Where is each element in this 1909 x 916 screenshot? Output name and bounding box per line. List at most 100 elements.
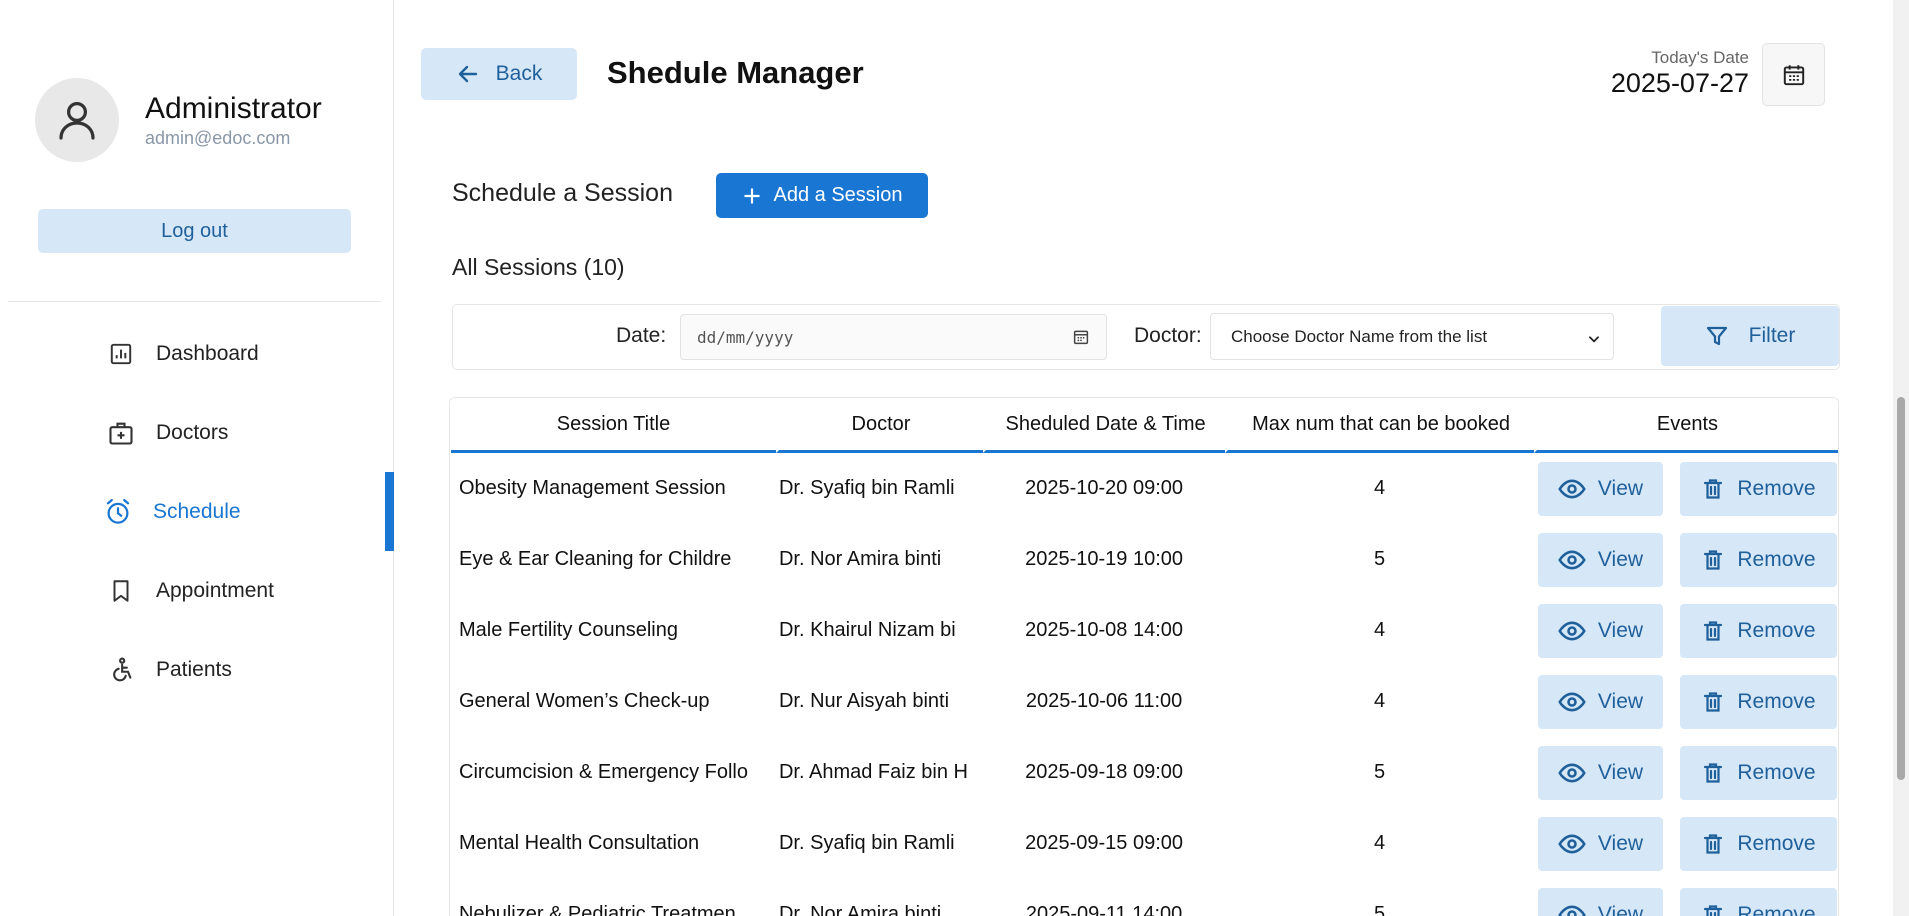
remove-button[interactable]: Remove [1679,816,1837,871]
sidebar-item-label: Dashboard [156,341,259,365]
remove-button[interactable]: Remove [1679,532,1837,587]
date-placeholder: dd/mm/yyyy [697,327,794,347]
max-bookings: 4 [1374,690,1386,712]
eye-icon [1558,834,1586,853]
events-cell: View Remove [1534,737,1838,808]
add-session-button[interactable]: Add a Session [716,173,928,218]
view-label: View [1597,618,1644,642]
remove-button[interactable]: Remove [1679,674,1837,729]
scheduled-datetime: 2025-09-11 14:00 [1025,903,1183,916]
doctor-cell: Dr. Nor Amira binti [776,524,983,595]
view-label: View [1597,902,1644,916]
doctor-name: Dr. Khairul Nizam bi [778,619,956,641]
today-date-value: 2025-07-27 [1610,68,1749,98]
sidebar: Administrator admin@edoc.com Log out Das… [0,0,394,916]
scheduled-datetime: 2025-10-19 10:00 [1025,548,1184,570]
view-button[interactable]: View [1537,603,1663,658]
trash-icon [1704,833,1723,854]
table-row: Nebulizer & Pediatric Treatmen Dr. Nor A… [451,879,1838,916]
view-button[interactable]: View [1537,674,1663,729]
view-button[interactable]: View [1537,532,1663,587]
table-row: Eye & Ear Cleaning for Childre Dr. Nor A… [451,524,1838,595]
sidebar-item-doctors[interactable]: Doctors [0,393,394,472]
sidebar-item-dashboard[interactable]: Dashboard [0,314,394,393]
active-indicator [385,472,394,551]
today-date-label: Today's Date [1651,48,1749,67]
remove-button[interactable]: Remove [1679,461,1837,516]
remove-button[interactable]: Remove [1679,603,1837,658]
page-title: Shedule Manager [607,55,864,90]
doctor-name: Dr. Ahmad Faiz bin H [778,761,968,783]
dashboard-icon [106,339,136,369]
sidebar-divider [8,301,381,302]
calendar-picker-icon[interactable] [1072,328,1090,350]
events-cell: View Remove [1534,666,1838,737]
column-header-doctor[interactable]: Doctor [775,398,983,453]
logout-button[interactable]: Log out [38,209,351,253]
view-button[interactable]: View [1537,461,1663,516]
view-label: View [1597,547,1644,571]
column-header-max[interactable]: Max num that can be booked [1225,398,1534,453]
column-header-events[interactable]: Events [1533,398,1838,453]
remove-button[interactable]: Remove [1679,745,1837,800]
sidebar-item-label: Schedule [153,499,241,523]
sidebar-item-schedule[interactable]: Schedule [0,472,394,551]
trash-icon [1704,549,1723,570]
calendar-button[interactable] [1762,43,1825,106]
scheduled-datetime: 2025-09-18 09:00 [1025,761,1184,783]
user-icon [59,102,95,140]
alarm-clock-icon [103,497,133,527]
filter-button[interactable]: Filter [1661,306,1839,366]
view-label: View [1597,476,1644,500]
sessions-table-container: Session Title Doctor Sheduled Date & Tim… [449,397,1839,916]
session-title-cell: Mental Health Consultation [451,808,776,879]
view-label: View [1597,689,1644,713]
filter-label: Filter [1748,324,1796,347]
doctor-select[interactable]: Choose Doctor Name from the list [1210,313,1614,360]
view-button[interactable]: View [1537,816,1663,871]
sidebar-item-patients[interactable]: Patients [0,630,394,709]
events-cell: View Remove [1534,879,1838,916]
eye-icon [1558,692,1586,711]
column-header-session-title[interactable]: Session Title [451,398,776,453]
all-sessions-count: All Sessions (10) [452,254,625,280]
view-button[interactable]: View [1537,887,1663,916]
eye-icon [1558,621,1586,640]
avatar [35,78,119,162]
date-filter-input[interactable]: dd/mm/yyyy [680,314,1107,360]
events-cell: View Remove [1534,453,1838,524]
plus-icon [743,187,760,204]
scrollbar[interactable] [1893,0,1909,916]
remove-button[interactable]: Remove [1679,887,1837,916]
doctor-bag-icon [106,418,136,448]
session-title-cell: Obesity Management Session [451,453,776,524]
table-row: Mental Health Consultation Dr. Syafiq bi… [451,808,1838,879]
table-row: Male Fertility Counseling Dr. Khairul Ni… [451,595,1838,666]
doctor-name: Dr. Nor Amira binti [778,903,942,916]
remove-label: Remove [1737,547,1816,571]
date-filter-label: Date: [616,324,667,347]
profile-card: Administrator admin@edoc.com [35,78,322,162]
events-cell: View Remove [1534,808,1838,879]
scrollbar-thumb[interactable] [1897,397,1905,780]
session-title: Male Fertility Counseling [459,619,678,641]
remove-label: Remove [1737,760,1816,784]
arrow-left-icon [458,65,477,83]
scheduled-datetime: 2025-09-15 09:00 [1025,832,1184,854]
column-header-scheduled[interactable]: Sheduled Date & Time [982,398,1226,453]
doctor-cell: Dr. Nor Amira binti [776,879,983,916]
chevron-down-icon [1587,331,1601,351]
doctor-filter-label: Doctor: [1134,324,1202,347]
doctor-cell: Dr. Syafiq bin Ramli [776,808,983,879]
session-title: General Women’s Check-up [459,690,710,712]
table-row: Circumcision & Emergency Follo Dr. Ahmad… [451,737,1838,808]
sidebar-item-appointment[interactable]: Appointment [0,551,394,630]
eye-icon [1558,905,1586,916]
trash-icon [1704,904,1723,916]
events-cell: View Remove [1534,524,1838,595]
doctor-name: Dr. Syafiq bin Ramli [778,477,955,499]
view-button[interactable]: View [1537,745,1663,800]
back-button[interactable]: Back [421,48,577,100]
max-bookings: 5 [1374,903,1386,916]
bookmark-icon [106,576,136,606]
